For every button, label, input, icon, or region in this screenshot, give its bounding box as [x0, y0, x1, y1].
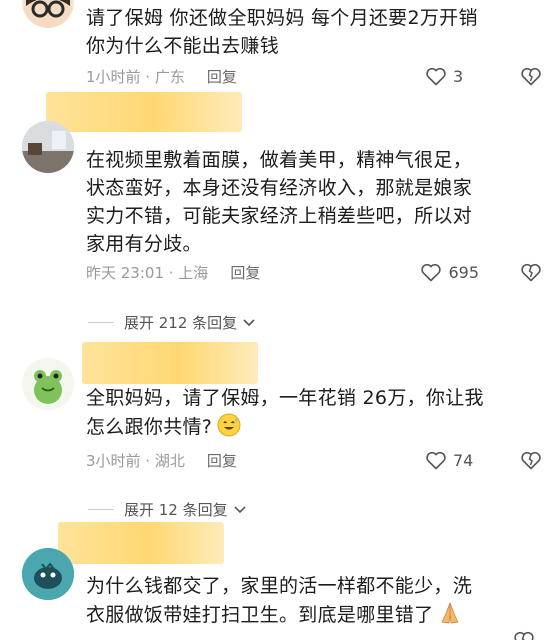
comment-text: 为什么钱都交了，家里的活一样都不能少，洗 衣服做饭带娃打扫卫生。到底是哪里错了	[86, 572, 543, 629]
folded-hands-emoji-icon	[441, 602, 460, 624]
like-button[interactable]: 74	[424, 448, 479, 472]
broken-heart-icon[interactable]	[512, 628, 536, 640]
broken-heart-icon[interactable]	[519, 260, 543, 284]
heart-icon	[426, 451, 446, 470]
like-count: 3	[453, 66, 464, 86]
comment-meta: 1小时前 · 广东 回复 3	[86, 61, 543, 91]
broken-heart-icon[interactable]	[519, 64, 543, 88]
comment-line: 家用有分歧。	[86, 233, 202, 255]
like-button[interactable]: 3	[424, 64, 479, 88]
like-count: 695	[448, 262, 479, 282]
avatar[interactable]	[22, 548, 74, 600]
comment-line: 怎么跟你共情?	[86, 416, 213, 438]
comment-text: 全职妈妈，请了保姆，一年花销 26万，你让我 怎么跟你共情?	[86, 384, 543, 441]
divider	[88, 321, 114, 323]
broken-heart-icon[interactable]	[519, 448, 543, 472]
chevron-down-icon	[234, 506, 246, 514]
reply-button[interactable]: 回复	[230, 262, 260, 283]
comment-line: 在视频里敷着面膜，做着美甲，精神气很足，	[86, 149, 473, 171]
avatar[interactable]	[22, 121, 74, 173]
avatar-frog-icon	[22, 358, 74, 410]
avatar[interactable]	[22, 0, 74, 28]
comment-meta: 3小时前 · 湖北 回复 74	[86, 445, 543, 475]
comment-text: 在视频里敷着面膜，做着美甲，精神气很足， 状态蛮好，本身还没有经济收入，那就是娘…	[86, 146, 543, 258]
like-count: 74	[453, 450, 474, 470]
avatar-bird-icon	[22, 548, 74, 600]
redacted-username	[46, 92, 242, 132]
comment-line: 请了保姆 你还做全职妈妈 每个月还要2万开销	[86, 7, 478, 29]
comment-text: 请了保姆 你还做全职妈妈 每个月还要2万开销 你为什么不能出去赚钱	[86, 4, 543, 60]
comment-meta: 昨天 23:01 · 上海 回复 695	[86, 257, 543, 287]
comment-line: 为什么钱都交了，家里的活一样都不能少，洗	[86, 575, 473, 597]
comment-line-with-emoji: 衣服做饭带娃打扫卫生。到底是哪里错了	[86, 600, 543, 629]
heart-icon	[426, 67, 446, 86]
redacted-username	[82, 342, 258, 384]
avatar[interactable]	[22, 358, 74, 410]
comment-line-with-emoji: 怎么跟你共情?	[86, 412, 543, 441]
reply-button[interactable]: 回复	[207, 66, 237, 87]
chevron-down-icon	[243, 319, 255, 327]
avatar-room-photo-icon	[22, 121, 74, 173]
redacted-username	[58, 522, 224, 564]
sweat-smile-emoji-icon	[217, 413, 241, 437]
divider	[88, 508, 114, 510]
expand-replies-label: 展开 12 条回复	[124, 500, 228, 519]
comment-line: 全职妈妈，请了保姆，一年花销 26万，你让我	[86, 387, 484, 409]
reply-button[interactable]: 回复	[207, 450, 237, 471]
comment-line: 实力不错，可能夫家经济上稍差些吧，所以对	[86, 205, 473, 227]
expand-replies-label: 展开 212 条回复	[124, 313, 238, 332]
expand-replies-button[interactable]: 展开 212 条回复	[88, 307, 257, 337]
like-button[interactable]: 695	[419, 260, 479, 284]
heart-icon	[421, 263, 442, 282]
comment-time-location: 1小时前 · 广东	[86, 67, 185, 86]
comment-line: 状态蛮好，本身还没有经济收入，那就是娘家	[86, 177, 473, 199]
expand-replies-button[interactable]: 展开 12 条回复	[88, 494, 248, 524]
avatar-cartoon-icon	[24, 0, 72, 28]
comment-time-location: 昨天 23:01 · 上海	[86, 263, 209, 282]
comment-time-location: 3小时前 · 湖北	[86, 451, 185, 470]
comment-line: 衣服做饭带娃打扫卫生。到底是哪里错了	[86, 604, 434, 626]
comment-line: 你为什么不能出去赚钱	[86, 35, 280, 57]
